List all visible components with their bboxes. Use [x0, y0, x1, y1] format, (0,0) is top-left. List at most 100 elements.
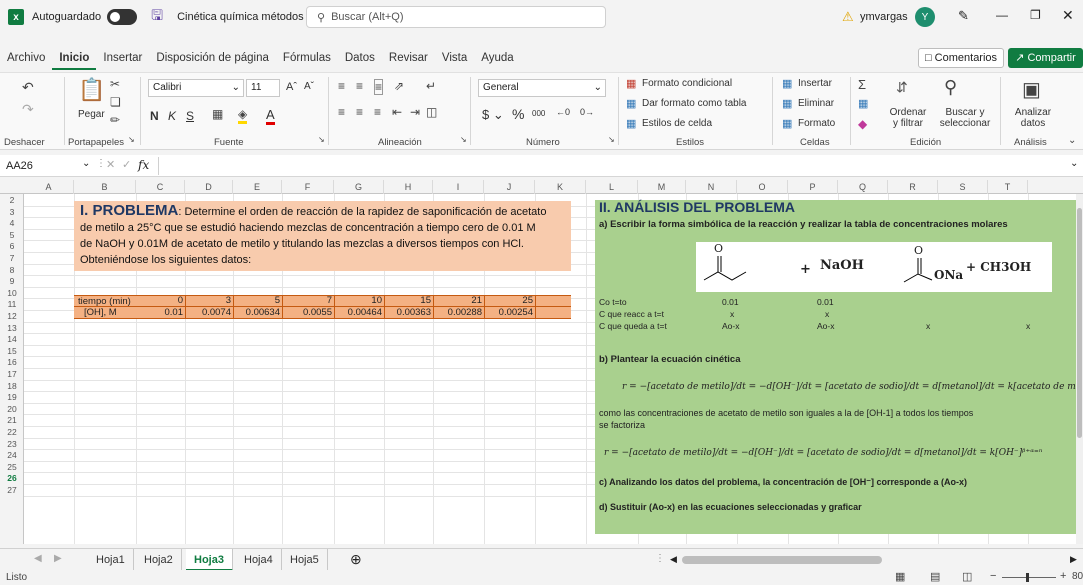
column-header-h[interactable]: H: [384, 180, 433, 194]
fill-color-icon[interactable]: ◈: [238, 107, 248, 124]
fill-icon[interactable]: ▦: [858, 97, 868, 110]
problem-block[interactable]: I. PROBLEMA: Determine el orden de reacc…: [74, 201, 571, 271]
row-header-7[interactable]: 7: [0, 253, 24, 265]
table-cell[interactable]: 0.00254: [487, 307, 533, 318]
font-color-button[interactable]: A: [266, 107, 275, 125]
minimize-icon[interactable]: —: [996, 8, 1008, 22]
tab-insertar[interactable]: Insertar: [96, 46, 149, 70]
insert-cells-button[interactable]: Insertar: [798, 78, 832, 89]
row-header-6[interactable]: 6: [0, 241, 24, 253]
scrollbar-thumb[interactable]: [1077, 208, 1082, 438]
formula-input[interactable]: [158, 157, 1068, 175]
fx-button[interactable]: fx: [138, 158, 149, 172]
row-header-25[interactable]: 25: [0, 462, 24, 474]
row-header-12[interactable]: 12: [0, 311, 24, 323]
undo-icon[interactable]: ↶: [22, 79, 34, 96]
tab-vista[interactable]: Vista: [435, 46, 474, 70]
restore-icon[interactable]: ❐: [1030, 8, 1041, 22]
table-cell[interactable]: 0.00464: [336, 307, 382, 318]
row-header-13[interactable]: 13: [0, 323, 24, 335]
add-sheet-button[interactable]: ⊕: [350, 551, 362, 568]
column-header-s[interactable]: S: [938, 180, 988, 194]
copy-icon[interactable]: ❏: [110, 95, 121, 109]
format-cells-button[interactable]: Formato: [798, 118, 835, 129]
column-header-m[interactable]: M: [638, 180, 686, 194]
row-header-17[interactable]: 17: [0, 369, 24, 381]
column-header-t[interactable]: T: [988, 180, 1028, 194]
column-header-e[interactable]: E: [233, 180, 282, 194]
column-header-a[interactable]: A: [24, 180, 74, 194]
table-cell[interactable]: 0: [137, 295, 183, 306]
row-header-5[interactable]: 5: [0, 230, 24, 242]
hscroll-thumb[interactable]: [682, 556, 882, 564]
row-header-20[interactable]: 20: [0, 404, 24, 416]
row-header-8[interactable]: 8: [0, 265, 24, 277]
table-cell[interactable]: 25: [487, 295, 533, 306]
sort-filter-button[interactable]: Ordenar y filtrar: [886, 107, 930, 129]
search-input[interactable]: ⚲ Buscar (Alt+Q): [306, 6, 606, 28]
analyze-data-button[interactable]: Analizar datos: [1010, 107, 1056, 129]
cond-format-button[interactable]: Formato condicional: [642, 78, 732, 89]
tab-datos[interactable]: Datos: [338, 46, 382, 70]
align-left-icon[interactable]: ≡: [338, 105, 345, 119]
chevron-down-icon[interactable]: ⌄: [82, 158, 90, 169]
increase-decimal-button[interactable]: ←0: [556, 107, 570, 117]
row-header-15[interactable]: 15: [0, 346, 24, 358]
table-cell[interactable]: 5: [234, 295, 280, 306]
table-cell[interactable]: 10: [336, 295, 382, 306]
tabs-more-icon[interactable]: ⋮: [655, 553, 665, 564]
row-header-10[interactable]: 10: [0, 288, 24, 300]
row-header-19[interactable]: 19: [0, 392, 24, 404]
autosave-toggle[interactable]: [107, 9, 138, 25]
close-icon[interactable]: ✕: [1062, 7, 1074, 24]
avatar[interactable]: Y: [915, 7, 935, 27]
column-header-p[interactable]: P: [788, 180, 838, 194]
row-header-9[interactable]: 9: [0, 276, 24, 288]
column-header-j[interactable]: J: [484, 180, 535, 194]
sheet-tab-hoja5[interactable]: Hoja5: [282, 549, 328, 571]
italic-button[interactable]: K: [168, 109, 176, 123]
tab-inicio[interactable]: Inicio: [52, 46, 97, 70]
user-name[interactable]: ymvargas: [860, 11, 908, 23]
column-header-l[interactable]: L: [586, 180, 638, 194]
page-layout-icon[interactable]: ▤: [930, 570, 940, 583]
table-cell[interactable]: 0.00634: [234, 307, 280, 318]
zoom-in-button[interactable]: +: [1060, 570, 1066, 582]
cancel-icon[interactable]: ✕: [106, 158, 115, 171]
sheet-tab-hoja1[interactable]: Hoja1: [88, 549, 134, 571]
normal-view-icon[interactable]: ▦: [895, 570, 905, 583]
number-launcher-icon[interactable]: ↘: [608, 135, 615, 144]
pen-icon[interactable]: ✎: [958, 8, 969, 24]
hscroll-left-icon[interactable]: ◀: [670, 554, 677, 565]
column-header-r[interactable]: R: [888, 180, 938, 194]
align-right-icon[interactable]: ≡: [374, 105, 381, 119]
table-cell[interactable]: 0.00363: [385, 307, 431, 318]
table-cell[interactable]: 21: [436, 295, 482, 306]
column-header-n[interactable]: N: [686, 180, 737, 194]
font-name-select[interactable]: Calibri ⌄: [148, 79, 244, 97]
expand-formula-icon[interactable]: ⌄: [1070, 158, 1078, 169]
next-sheet-icon[interactable]: ▶: [54, 553, 62, 564]
table-cell[interactable]: 0.01: [137, 307, 184, 318]
tab-formulas[interactable]: Fórmulas: [276, 46, 338, 70]
align-bottom-icon[interactable]: ≡: [374, 79, 384, 95]
row-header-14[interactable]: 14: [0, 334, 24, 346]
enter-icon[interactable]: ✓: [122, 158, 131, 171]
thousands-button[interactable]: 000: [532, 109, 545, 118]
table-cell[interactable]: 3: [185, 295, 231, 306]
vertical-scrollbar[interactable]: [1076, 194, 1083, 544]
column-header-q[interactable]: Q: [838, 180, 888, 194]
wrap-text-icon[interactable]: ↵: [426, 79, 436, 93]
row-header-2[interactable]: 2: [0, 195, 24, 207]
tab-disposicion[interactable]: Disposición de página: [149, 46, 276, 70]
orientation-icon[interactable]: ⇗: [394, 79, 404, 93]
table-cell[interactable]: 7: [286, 295, 332, 306]
warning-icon[interactable]: ⚠: [842, 9, 854, 25]
zoom-slider-handle[interactable]: [1026, 573, 1029, 582]
collapse-ribbon-icon[interactable]: ⌄: [1068, 135, 1076, 146]
format-painter-icon[interactable]: ✏: [110, 113, 120, 127]
column-header-f[interactable]: F: [282, 180, 334, 194]
prev-sheet-icon[interactable]: ◀: [34, 553, 42, 564]
font-size-select[interactable]: 11: [246, 79, 280, 97]
decrease-decimal-button[interactable]: 0→: [580, 107, 594, 117]
